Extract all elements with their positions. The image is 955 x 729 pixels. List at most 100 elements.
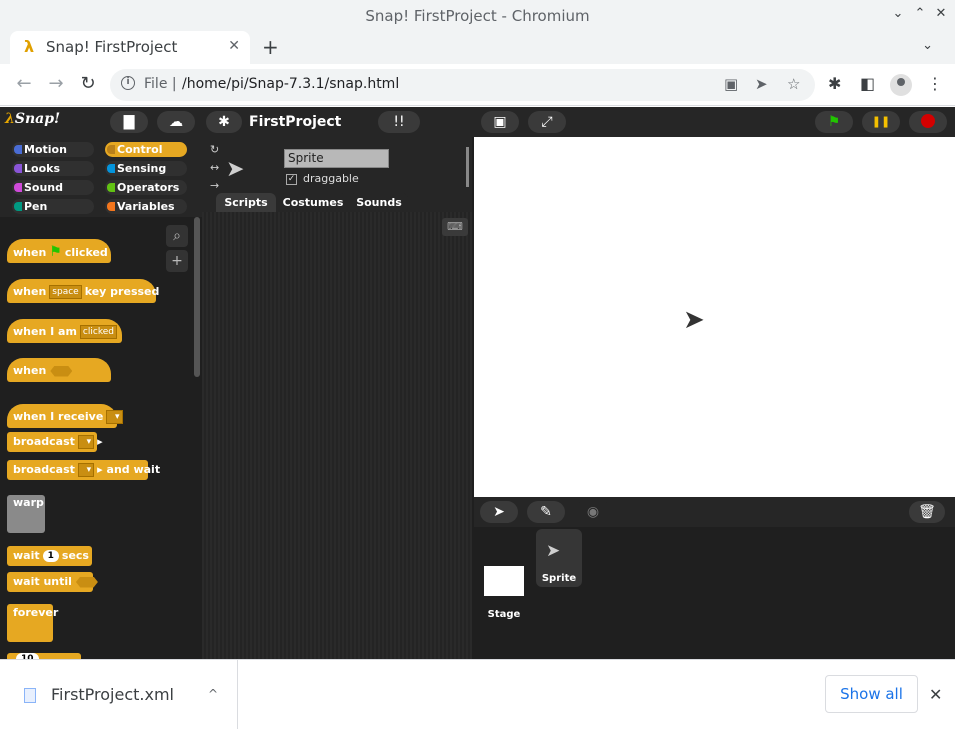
category-selector: Motion Control Looks Sensing Sound Opera… [0, 137, 202, 217]
when-key-pressed-block-main[interactable]: when space key pressed [7, 279, 159, 303]
tab-scripts[interactable]: Scripts [216, 193, 276, 212]
flip-style-icon[interactable]: ↔ [210, 161, 219, 174]
bookmark-star-icon[interactable]: ☆ [787, 75, 800, 93]
no-rotate-icon[interactable]: → [210, 179, 219, 192]
corral-bar: ➤ ✎ ◉ 🗑 [474, 497, 955, 527]
project-title: FirstProject [249, 114, 342, 130]
forward-icon[interactable]: → [46, 73, 66, 94]
tab-sounds[interactable]: Sounds [350, 193, 408, 212]
download-item[interactable]: FirstProject.xml ^ [0, 660, 238, 729]
extensions-icon[interactable]: ✱ [828, 74, 841, 93]
profile-avatar[interactable] [890, 74, 912, 96]
reload-icon[interactable]: ↻ [78, 73, 98, 94]
cloud-button[interactable]: ☁ [157, 111, 195, 133]
stage-thumbnail[interactable] [484, 566, 524, 596]
close-download-bar-icon[interactable]: ✕ [929, 685, 942, 704]
category-pen[interactable]: Pen [12, 199, 94, 214]
green-flag-icon: ⚑ [49, 244, 62, 260]
tab-close-icon[interactable]: ✕ [228, 38, 240, 54]
when-condition-block[interactable]: when [7, 358, 111, 382]
paint-new-sprite-button[interactable]: ✎ [527, 501, 565, 523]
category-looks[interactable]: Looks [12, 161, 94, 176]
sprite-arrow-icon[interactable]: ➤ [683, 305, 705, 335]
draggable-label: draggable [303, 172, 359, 185]
camera-sprite-button[interactable]: ◉ [574, 501, 612, 523]
tab-title: Snap! FirstProject [46, 38, 178, 56]
draggable-checkbox[interactable]: ✓ [286, 174, 297, 185]
block-palette: ⌕ + when ⚑ clicked when space key pressed wh… [0, 217, 202, 659]
wait-until-block[interactable]: wait until [7, 572, 98, 592]
stop-button[interactable] [909, 111, 947, 133]
keyboard-entry-icon[interactable]: ⌨ [442, 218, 468, 236]
snap-top-bar: λSnap! ▇ ☁ ✱ FirstProject !! ▣ ⤢ ⚑ ❚❚ [0, 107, 955, 137]
editor-tabs: Scripts Costumes Sounds [202, 193, 472, 213]
search-blocks-icon[interactable]: ⌕ [166, 225, 188, 247]
stop-icon [921, 114, 935, 128]
stage[interactable]: ➤ [474, 137, 955, 497]
snap-favicon-icon: λ [24, 37, 35, 56]
browser-toolbar: ← → ↻ i File | /home/pi/Snap-7.3.1/snap.… [0, 64, 955, 106]
sprite-bar-scrollbar[interactable] [466, 147, 469, 187]
browser-tab[interactable]: λ Snap! FirstProject ✕ [10, 31, 250, 64]
snap-app: λSnap! ▇ ☁ ✱ FirstProject !! ▣ ⤢ ⚑ ❚❚ Mo… [0, 107, 955, 659]
fullscreen-button[interactable]: ⤢ [528, 111, 566, 133]
show-all-button[interactable]: Show all [825, 675, 918, 713]
url-text[interactable]: /home/pi/Snap-7.3.1/snap.html [182, 76, 399, 92]
stage-label: Stage [487, 609, 521, 620]
category-control[interactable]: Control [105, 142, 187, 157]
window-titlebar: Snap! FirstProject - Chromium ⌄ ⌃ ✕ [0, 0, 955, 31]
warp-block[interactable]: warp [7, 495, 45, 533]
pause-button[interactable]: ❚❚ [862, 111, 900, 133]
back-icon[interactable]: ← [14, 73, 34, 94]
forever-block[interactable]: forever [7, 604, 58, 642]
trash-icon[interactable]: 🗑 [909, 501, 945, 523]
tab-search-icon[interactable]: ⌄ [922, 38, 933, 53]
palette-scrollbar[interactable] [194, 217, 200, 377]
close-window-icon[interactable]: ✕ [933, 6, 949, 21]
file-menu-button[interactable]: ▇ [110, 111, 148, 133]
rotate-style-icon[interactable]: ↻ [210, 143, 219, 156]
tab-costumes[interactable]: Costumes [280, 193, 346, 212]
sprite-thumbnail[interactable]: ➤ Sprite [536, 529, 582, 587]
settings-button[interactable]: ✱ [206, 111, 242, 133]
browser-menu-icon[interactable]: ⋮ [927, 74, 943, 93]
maximize-icon[interactable]: ⌃ [912, 6, 928, 21]
send-to-device-icon[interactable]: ➤ [755, 75, 768, 93]
snap-logo[interactable]: λSnap! [5, 111, 60, 127]
sprite-label: Sprite [541, 573, 577, 584]
address-bar[interactable]: i File | /home/pi/Snap-7.3.1/snap.html ▣… [110, 69, 815, 101]
broadcast-block[interactable]: broadcast ▾ ▸ [7, 432, 103, 452]
blocked-popup-icon[interactable]: ▣ [724, 75, 738, 93]
green-flag-button[interactable]: ⚑ [815, 111, 853, 133]
side-panel-icon[interactable]: ◧ [860, 74, 875, 93]
site-info-icon[interactable]: i [121, 76, 135, 90]
stage-size-button[interactable]: ▣ [481, 111, 519, 133]
sprite-costume-icon: ➤ [226, 157, 245, 182]
download-filename[interactable]: FirstProject.xml [51, 685, 174, 704]
download-bar: FirstProject.xml ^ Show all ✕ [0, 659, 955, 729]
category-operators[interactable]: Operators [105, 180, 187, 195]
window-title: Snap! FirstProject - Chromium [365, 7, 590, 25]
make-block-icon[interactable]: + [166, 250, 188, 272]
category-variables[interactable]: Variables [105, 199, 187, 214]
add-turtle-sprite-button[interactable]: ➤ [480, 501, 518, 523]
category-sensing[interactable]: Sensing [105, 161, 187, 176]
tab-strip: λ Snap! FirstProject ✕ + ⌄ [0, 31, 955, 64]
category-motion[interactable]: Motion [12, 142, 94, 157]
when-i-receive-block[interactable]: when I receive ▾ [7, 404, 123, 428]
sprite-corral: Stage ➤ Sprite [474, 527, 955, 659]
new-tab-icon[interactable]: + [262, 35, 279, 59]
url-scheme: File | [144, 76, 177, 92]
when-flag-clicked-block[interactable]: when ⚑ clicked [7, 239, 111, 263]
chevron-up-icon[interactable]: ^ [208, 687, 218, 701]
scripts-area[interactable]: ⌨ [202, 212, 472, 659]
when-i-am-clicked-block[interactable]: when I am clicked [7, 319, 122, 343]
minimize-icon[interactable]: ⌄ [890, 6, 906, 21]
wait-secs-block[interactable]: wait 1 secs [7, 546, 92, 566]
category-sound[interactable]: Sound [12, 180, 94, 195]
sprite-name-input[interactable]: Sprite [284, 149, 389, 168]
unused-blocks-button[interactable]: !! [378, 111, 420, 133]
broadcast-and-wait-block[interactable]: broadcast ▾ ▸ and wait [7, 460, 160, 480]
file-icon [24, 688, 36, 703]
sprite-thumb-icon: ➤ [546, 541, 561, 561]
